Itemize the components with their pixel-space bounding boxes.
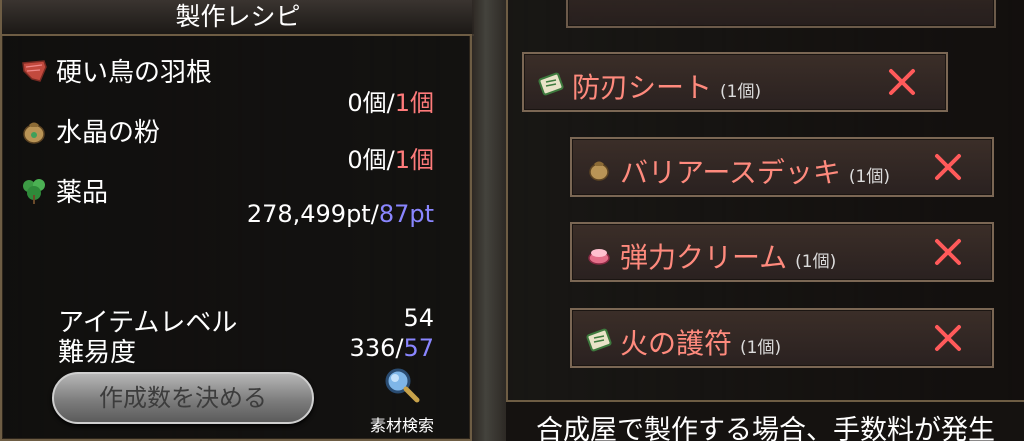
remove-icon[interactable] bbox=[884, 64, 920, 100]
need-count: 1個 bbox=[394, 146, 434, 174]
queue-item[interactable]: 火の護符 (1個) bbox=[570, 308, 994, 368]
material-name: 水晶の粉 bbox=[56, 118, 161, 148]
have-points: 278,499pt bbox=[246, 200, 371, 228]
material-quantity: 0個/1個 bbox=[347, 146, 434, 174]
recipe-panel: 製作レシピ 硬い鳥の羽根 0個/1個 水晶の粉 0個/1個 薬品 278,499… bbox=[0, 0, 474, 441]
queue-item-label: 火の護符 (1個) bbox=[620, 327, 782, 360]
material-name: 薬品 bbox=[56, 178, 109, 208]
feather-icon bbox=[22, 59, 47, 82]
difficulty-value: 336/57 bbox=[349, 334, 434, 362]
difficulty-label: 難易度 bbox=[58, 338, 137, 368]
cream-icon bbox=[588, 249, 610, 265]
material-quantity: 0個/1個 bbox=[347, 89, 434, 117]
material-name: 硬い鳥の羽根 bbox=[56, 58, 213, 88]
queue-item[interactable]: 弾力クリーム (1個) bbox=[570, 222, 994, 282]
remove-icon[interactable] bbox=[930, 149, 966, 185]
material-row: 薬品 bbox=[20, 172, 108, 209]
footer-text: 合成屋で製作する場合、手数料が発生 bbox=[536, 415, 995, 441]
pouch-icon bbox=[589, 161, 609, 181]
herb-icon bbox=[23, 178, 45, 204]
queue-item[interactable]: 防刃シート (1個) bbox=[522, 52, 948, 112]
need-points: 87pt bbox=[378, 200, 434, 228]
scroll-icon bbox=[538, 72, 564, 96]
queue-item-label: 防刃シート (1個) bbox=[572, 71, 762, 104]
magnifier-icon bbox=[385, 368, 420, 403]
queue-item[interactable]: バリアースデッキ (1個) bbox=[570, 137, 994, 197]
material-quantity: 278,499pt/87pt bbox=[246, 200, 434, 228]
remove-icon[interactable] bbox=[930, 234, 966, 270]
pouch-icon bbox=[23, 122, 45, 144]
material-search-label: 素材検索 bbox=[369, 416, 434, 435]
remove-icon[interactable] bbox=[930, 320, 966, 356]
queue-item-label: 弾力クリーム (1個) bbox=[620, 241, 837, 274]
item-level-value: 54 bbox=[403, 304, 434, 332]
material-row: 水晶の粉 bbox=[20, 112, 160, 149]
need-count: 1個 bbox=[394, 89, 434, 117]
scroll-icon bbox=[586, 328, 612, 352]
queue-item-label: バリアースデッキ (1個) bbox=[620, 156, 891, 189]
make-count-button[interactable]: 作成数を決める bbox=[52, 372, 314, 424]
material-row: 硬い鳥の羽根 bbox=[20, 52, 212, 89]
panel-divider bbox=[472, 0, 506, 441]
have-count: 0個 bbox=[347, 146, 387, 174]
info-footer: 合成屋で製作する場合、手数料が発生 bbox=[506, 400, 1024, 441]
panel-title: 製作レシピ bbox=[2, 0, 474, 36]
material-search-button[interactable]: 素材検索 bbox=[352, 366, 452, 436]
have-count: 0個 bbox=[347, 89, 387, 117]
queue-item-partial bbox=[566, 0, 996, 28]
